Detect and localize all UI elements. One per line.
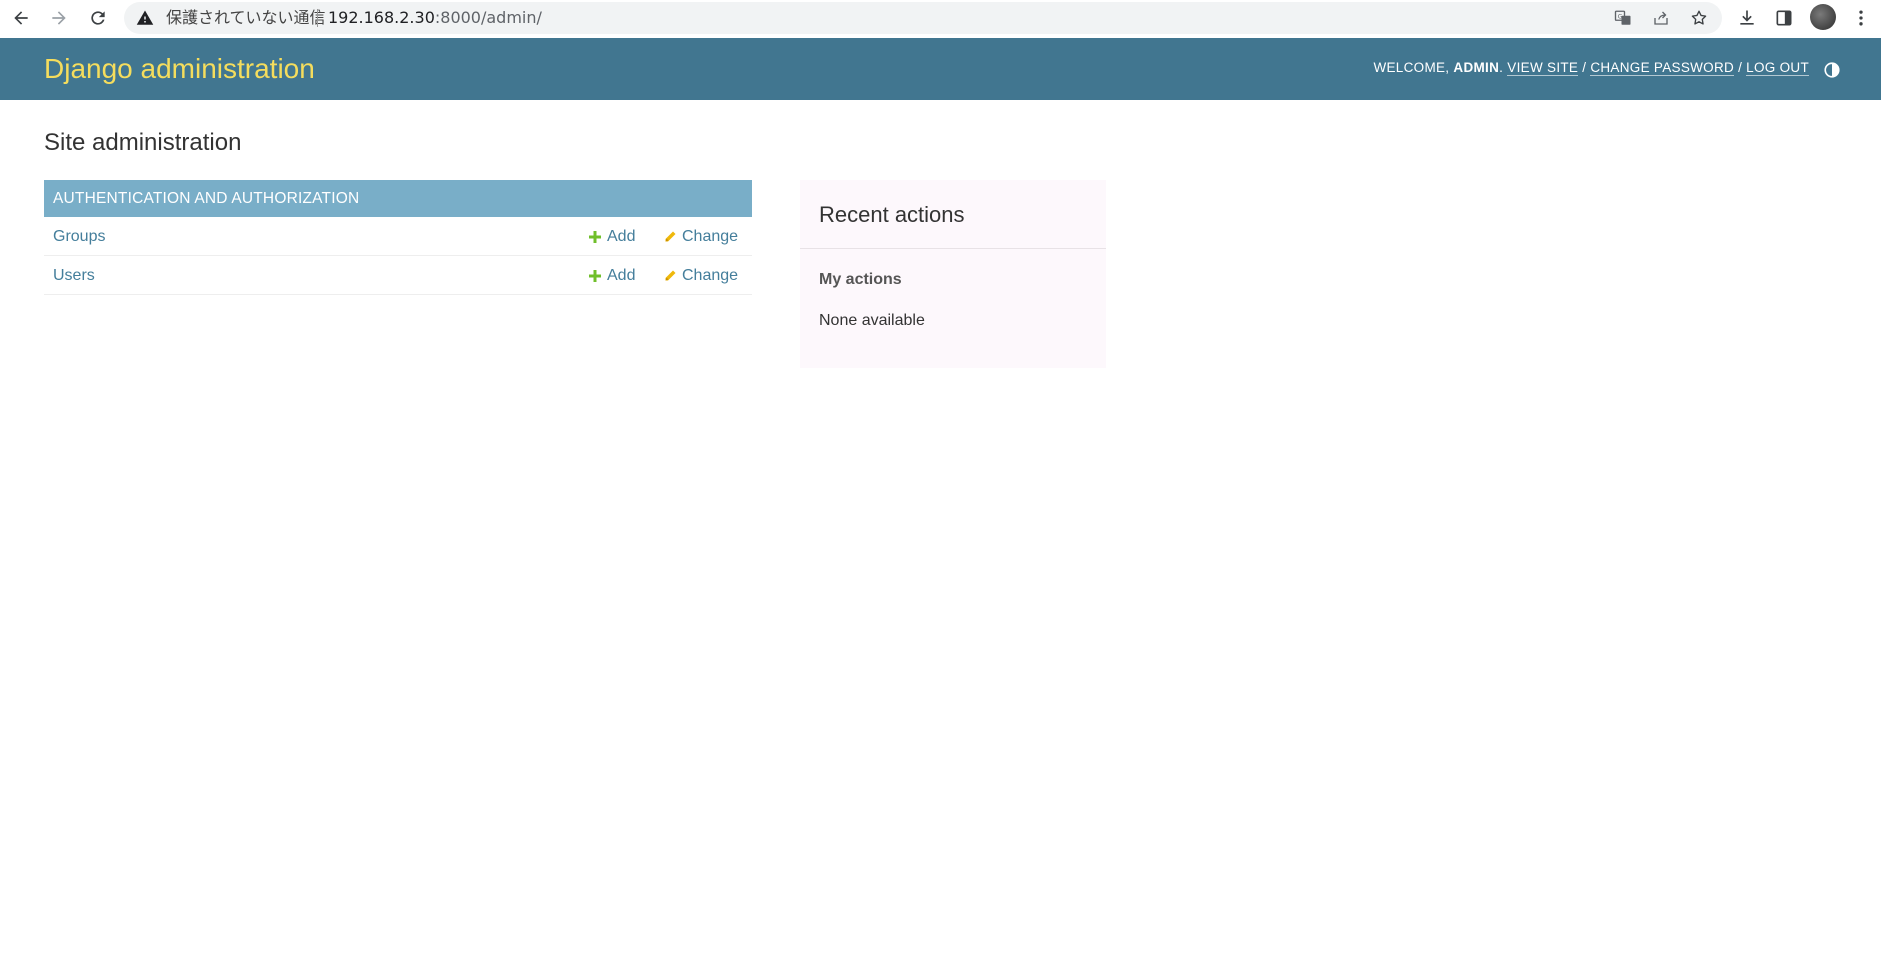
- user-tools-separator: /: [1582, 60, 1587, 75]
- username: admin: [1453, 60, 1500, 75]
- change-label: Change: [682, 228, 739, 245]
- side-panel-icon: [1776, 10, 1792, 26]
- url-text[interactable]: 192.168.2.30:8000/admin/: [328, 8, 542, 28]
- address-separator: [317, 9, 318, 27]
- add-users-link[interactable]: Add: [588, 266, 635, 286]
- pencil-icon: [665, 231, 676, 242]
- download-icon: [1740, 10, 1754, 25]
- browser-menu-button[interactable]: [1847, 4, 1875, 32]
- profile-avatar[interactable]: [1810, 4, 1836, 30]
- admin-header: Django administration Welcome, admin. Vi…: [0, 38, 1881, 100]
- arrow-right-icon: [52, 11, 66, 25]
- bookmark-button[interactable]: [1687, 6, 1711, 30]
- app-module-auth: Authentication and Authorization Groups …: [44, 180, 752, 295]
- no-actions-text: None available: [819, 312, 925, 329]
- browser-toolbar: 保護されていない通信 192.168.2.30:8000/admin/ G: [0, 0, 1881, 38]
- add-label: Add: [607, 228, 636, 245]
- share-button[interactable]: [1649, 6, 1673, 30]
- user-tools-separator: /: [1738, 60, 1743, 75]
- reload-button[interactable]: [83, 3, 113, 33]
- reload-icon: [91, 11, 105, 25]
- address-bar[interactable]: 保護されていない通信 192.168.2.30:8000/admin/ G: [124, 2, 1722, 34]
- user-tools: Welcome, admin. View site / Change passwor…: [1373, 60, 1809, 76]
- side-panel-button[interactable]: [1770, 4, 1798, 32]
- pencil-icon: [665, 270, 676, 281]
- svg-text:G: G: [1618, 13, 1623, 20]
- model-link-users[interactable]: Users: [53, 266, 95, 286]
- url-host: 192.168.2.30: [328, 8, 435, 27]
- model-row-users: Users Add Change: [44, 256, 752, 295]
- plus-icon: [589, 231, 601, 243]
- view-site-link[interactable]: View site: [1507, 60, 1579, 76]
- change-users-link[interactable]: Change: [663, 266, 738, 286]
- add-label: Add: [607, 267, 636, 284]
- page-title: Site administration: [44, 129, 242, 156]
- welcome-text: Welcome,: [1373, 60, 1450, 75]
- share-icon: [1654, 11, 1668, 25]
- downloads-button[interactable]: [1733, 4, 1761, 32]
- warning-icon[interactable]: [136, 9, 154, 27]
- model-row-groups: Groups Add Change: [44, 217, 752, 256]
- arrow-left-icon: [14, 11, 28, 25]
- model-link-groups[interactable]: Groups: [53, 227, 105, 247]
- change-groups-link[interactable]: Change: [663, 227, 738, 247]
- username-suffix: .: [1499, 60, 1504, 75]
- recent-actions-title: Recent actions: [819, 202, 965, 227]
- log-out-link[interactable]: Log out: [1746, 60, 1809, 76]
- add-groups-link[interactable]: Add: [588, 227, 635, 247]
- my-actions-heading: My actions: [819, 271, 902, 288]
- theme-toggle-icon[interactable]: [1823, 61, 1841, 79]
- more-vertical-icon: [1859, 10, 1863, 26]
- security-status-label[interactable]: 保護されていない通信: [166, 8, 326, 28]
- module-caption[interactable]: Authentication and Authorization: [44, 180, 752, 217]
- plus-icon: [589, 270, 601, 282]
- change-password-link[interactable]: Change password: [1590, 60, 1735, 76]
- recent-actions-divider: [800, 248, 1106, 249]
- back-button[interactable]: [6, 3, 36, 33]
- forward-button[interactable]: [44, 3, 74, 33]
- star-icon: [1691, 10, 1707, 25]
- translate-button[interactable]: G: [1611, 6, 1635, 30]
- translate-icon: G: [1614, 10, 1631, 25]
- site-branding[interactable]: Django administration: [44, 52, 315, 86]
- change-label: Change: [682, 267, 739, 284]
- url-path: :8000/admin/: [434, 8, 542, 27]
- recent-actions-panel: Recent actions My actions None available: [800, 180, 1106, 368]
